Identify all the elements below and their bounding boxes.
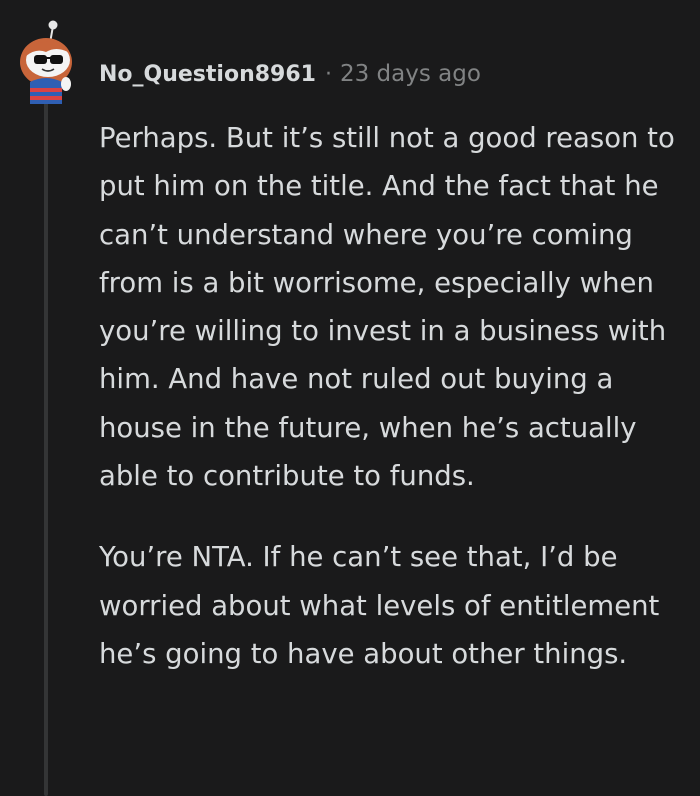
meta-separator: · bbox=[324, 61, 332, 87]
comment-body: Perhaps. But it’s still not a good reaso… bbox=[99, 114, 689, 678]
comment-paragraph: Perhaps. But it’s still not a good reaso… bbox=[99, 122, 675, 493]
comment-header: No_Question8961 · 23 days ago bbox=[99, 58, 481, 90]
comment-timestamp[interactable]: 23 days ago bbox=[340, 61, 481, 87]
user-avatar-icon[interactable] bbox=[12, 16, 84, 106]
username-link[interactable]: No_Question8961 bbox=[99, 62, 316, 87]
thread-collapse-line[interactable] bbox=[44, 96, 48, 796]
comment-paragraph: You’re NTA. If he can’t see that, I’d be… bbox=[99, 541, 660, 670]
comment: No_Question8961 · 23 days ago Perhaps. B… bbox=[0, 0, 700, 796]
